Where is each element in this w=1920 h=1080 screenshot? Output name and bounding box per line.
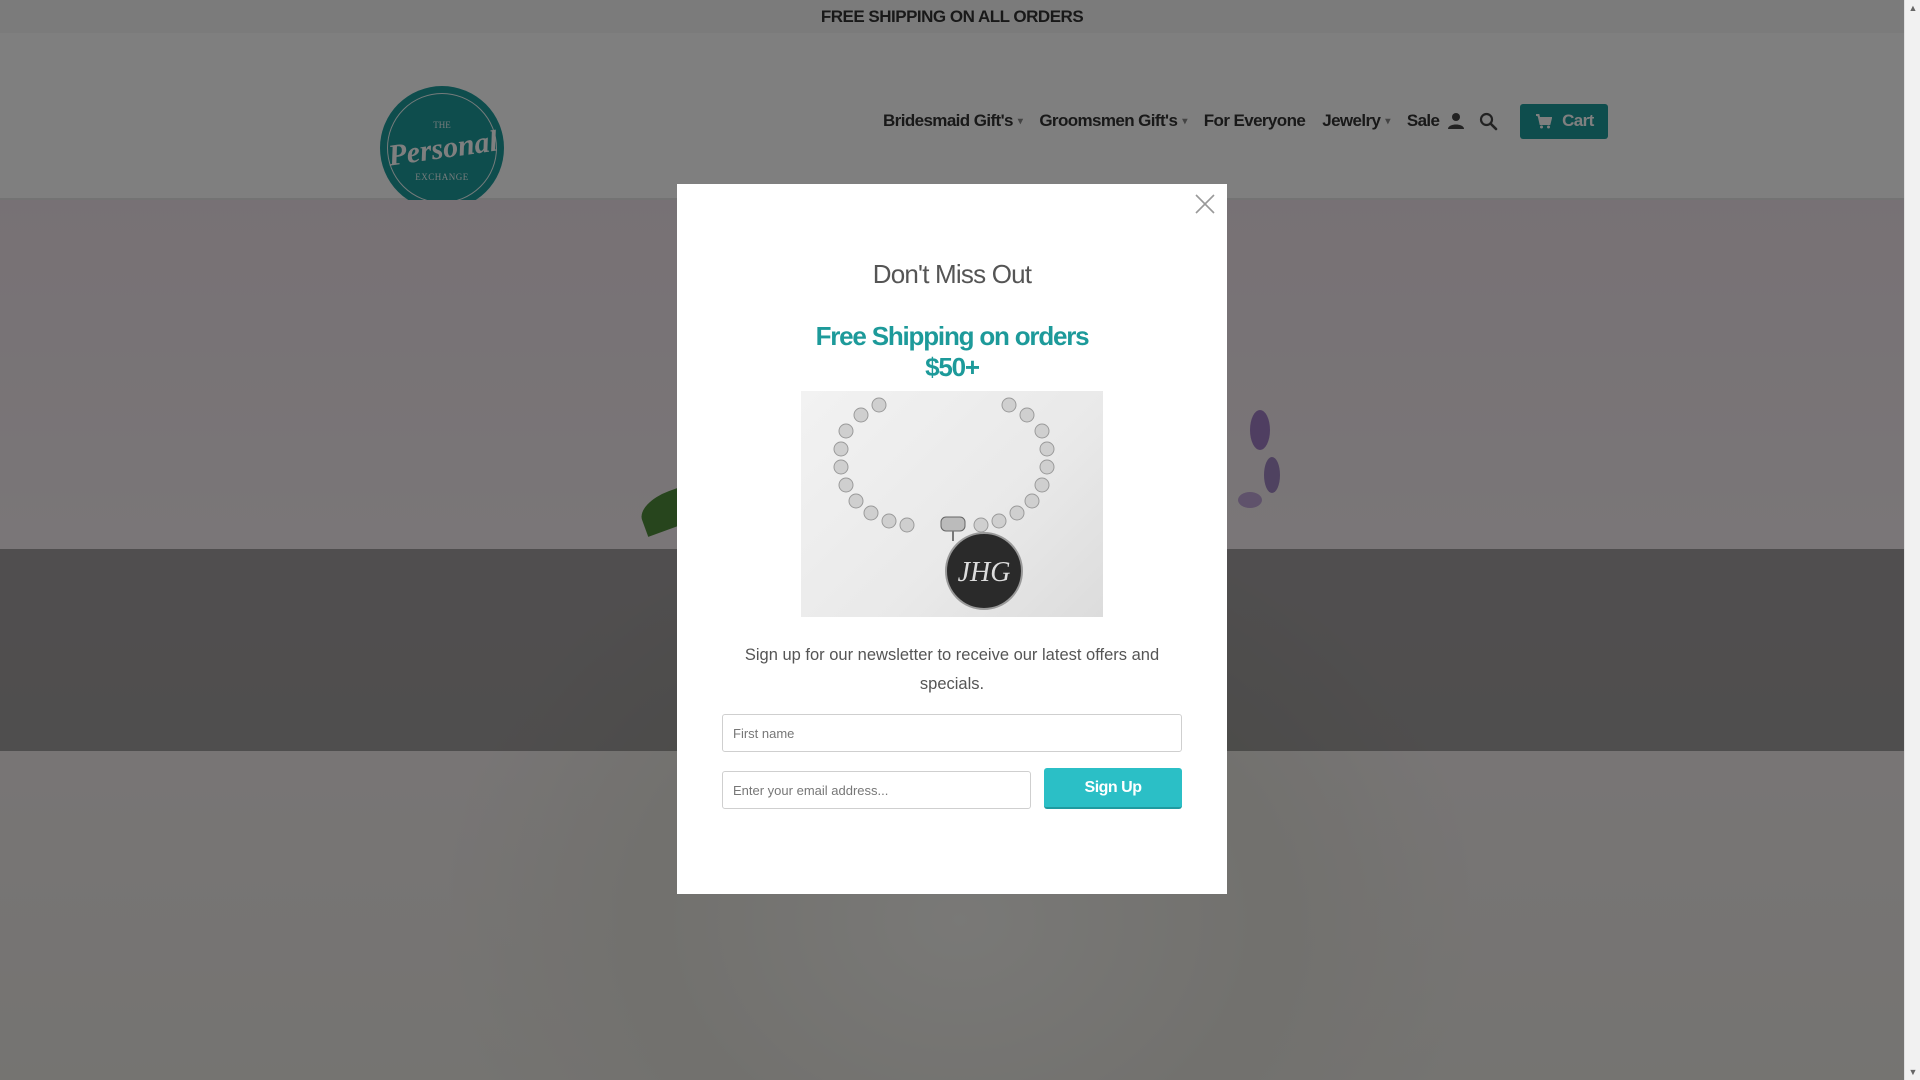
newsletter-modal: Don't Miss Out Free Shipping on orders $… (677, 184, 1227, 894)
promo-headline-line2: $50+ (925, 352, 980, 382)
page-scrollbar[interactable]: ▲ ▼ (1904, 0, 1920, 1080)
modal-description: Sign up for our newsletter to receive ou… (744, 646, 1160, 693)
promo-headline-line1: Free Shipping on orders (815, 321, 1090, 351)
promo-image: Free Shipping on orders $50+ JHG (801, 317, 1103, 617)
scroll-down-icon[interactable]: ▼ (1905, 1064, 1920, 1080)
email-field[interactable] (722, 771, 1031, 809)
promo-headline: Free Shipping on orders $50+ (801, 317, 1103, 395)
sign-up-button[interactable]: Sign Up (1044, 768, 1182, 809)
close-icon[interactable] (1193, 192, 1217, 216)
modal-title: Don't Miss Out (872, 259, 1032, 289)
bracelet-photo: JHG (801, 391, 1103, 617)
first-name-field[interactable] (722, 714, 1182, 752)
scroll-up-icon[interactable]: ▲ (1905, 0, 1920, 16)
promo-monogram: JHG (958, 557, 1011, 588)
